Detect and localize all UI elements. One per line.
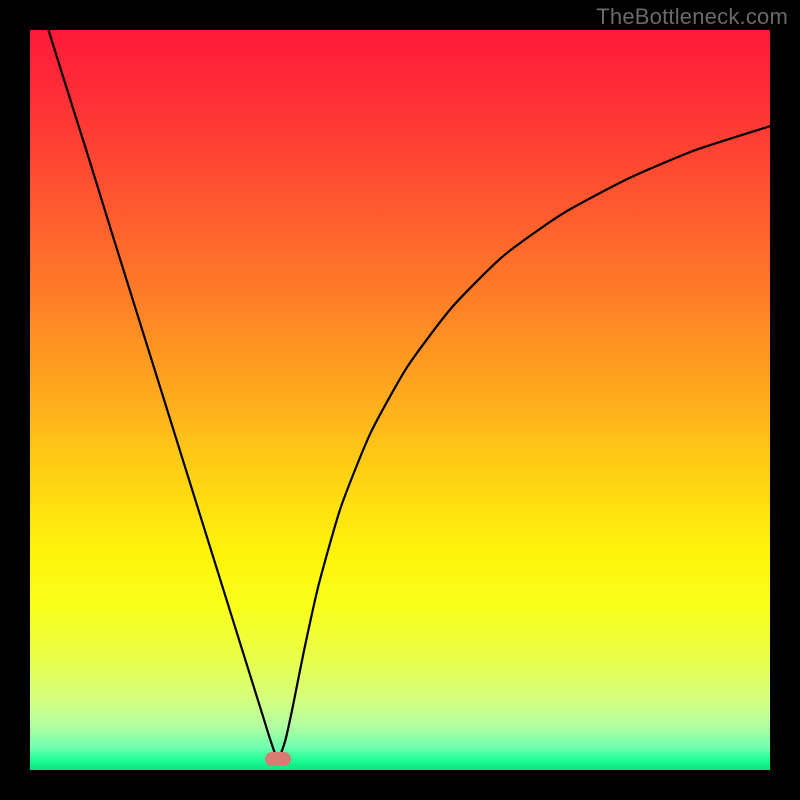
optimal-marker [265,752,291,766]
curve-plot [30,30,770,770]
attribution-text: TheBottleneck.com [596,4,788,30]
plot-frame [30,30,770,770]
